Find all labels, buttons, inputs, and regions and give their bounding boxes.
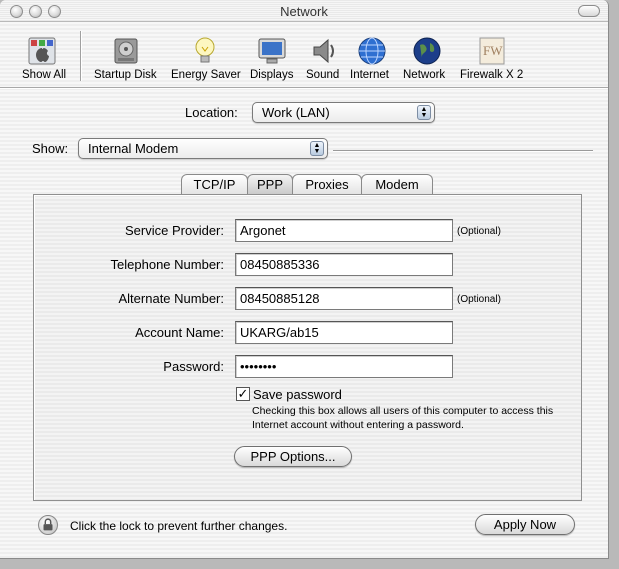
optional-note: (Optional) bbox=[457, 294, 501, 305]
password-label: Password: bbox=[163, 359, 224, 374]
show-label: Show: bbox=[32, 141, 69, 156]
lightbulb-icon bbox=[195, 37, 215, 63]
ppp-options-button[interactable]: PPP Options... bbox=[234, 446, 352, 467]
optional-note: (Optional) bbox=[457, 226, 501, 237]
toolbar-divider bbox=[0, 87, 608, 89]
svg-text:FW: FW bbox=[483, 43, 503, 58]
lock-message: Click the lock to prevent further change… bbox=[70, 519, 288, 533]
popup-arrows-icon: ▲ ▼ bbox=[310, 141, 324, 156]
tab-ppp[interactable]: PPP bbox=[247, 174, 293, 195]
tab-modem[interactable]: Modem bbox=[361, 174, 433, 195]
save-password-label[interactable]: Save password bbox=[253, 387, 342, 402]
show-popup[interactable]: Internal Modem ▲ ▼ bbox=[78, 138, 328, 159]
lock-icon bbox=[43, 518, 53, 531]
fw-icon: FW bbox=[479, 37, 505, 65]
toolbar-label: Energy Saver bbox=[171, 69, 241, 81]
tab-tcp-ip[interactable]: TCP/IP bbox=[181, 174, 248, 195]
hard-disk-icon bbox=[114, 38, 138, 64]
location-popup[interactable]: Work (LAN) ▲ ▼ bbox=[252, 102, 435, 123]
location-value: Work (LAN) bbox=[262, 105, 330, 120]
toolbar-divider bbox=[80, 31, 81, 81]
tab-proxies[interactable]: Proxies bbox=[292, 174, 362, 195]
save-password-checkbox[interactable]: ✓ bbox=[236, 387, 250, 401]
alternate-number-field[interactable] bbox=[235, 287, 453, 310]
toolbar-label: Internet bbox=[350, 69, 389, 81]
lock-button[interactable] bbox=[38, 515, 58, 535]
speaker-icon bbox=[313, 38, 334, 64]
preferences-window: Network Show All Startup Disk Energy Sav… bbox=[0, 0, 609, 559]
alternate-number-label: Alternate Number: bbox=[118, 291, 225, 306]
toolbar-label: Startup Disk bbox=[94, 69, 157, 81]
monitor-icon bbox=[258, 38, 286, 64]
service-provider-label: Service Provider: bbox=[125, 223, 224, 238]
location-label: Location: bbox=[185, 105, 238, 120]
telephone-number-field[interactable] bbox=[235, 253, 453, 276]
show-value: Internal Modem bbox=[88, 141, 179, 156]
popup-arrows-icon: ▲ ▼ bbox=[417, 105, 431, 120]
title-bar: Network bbox=[0, 0, 608, 22]
show-divider bbox=[333, 150, 593, 151]
toolbar-label: Displays bbox=[250, 69, 294, 81]
account-name-field[interactable] bbox=[235, 321, 453, 344]
telephone-number-label: Telephone Number: bbox=[110, 257, 224, 272]
password-field[interactable] bbox=[235, 355, 453, 378]
toolbar-label: Show All bbox=[22, 69, 67, 81]
globe-icon bbox=[358, 37, 386, 65]
service-provider-field[interactable] bbox=[235, 219, 453, 242]
account-name-label: Account Name: bbox=[135, 325, 224, 340]
toolbar-label: Network bbox=[403, 69, 446, 81]
save-password-help: Checking this box allows all users of th… bbox=[252, 405, 554, 431]
apple-grid-icon bbox=[28, 37, 56, 65]
apply-now-button[interactable]: Apply Now bbox=[475, 514, 575, 535]
window-title: Network bbox=[280, 4, 328, 19]
toolbar-label: Sound bbox=[306, 69, 340, 81]
toolbar-toggle-button[interactable] bbox=[578, 5, 600, 17]
toolbar-label: Firewalk X 2 bbox=[460, 69, 524, 81]
globe-icon bbox=[413, 37, 441, 65]
toolbar: Show All Startup Disk Energy Saver Displ… bbox=[0, 23, 608, 87]
